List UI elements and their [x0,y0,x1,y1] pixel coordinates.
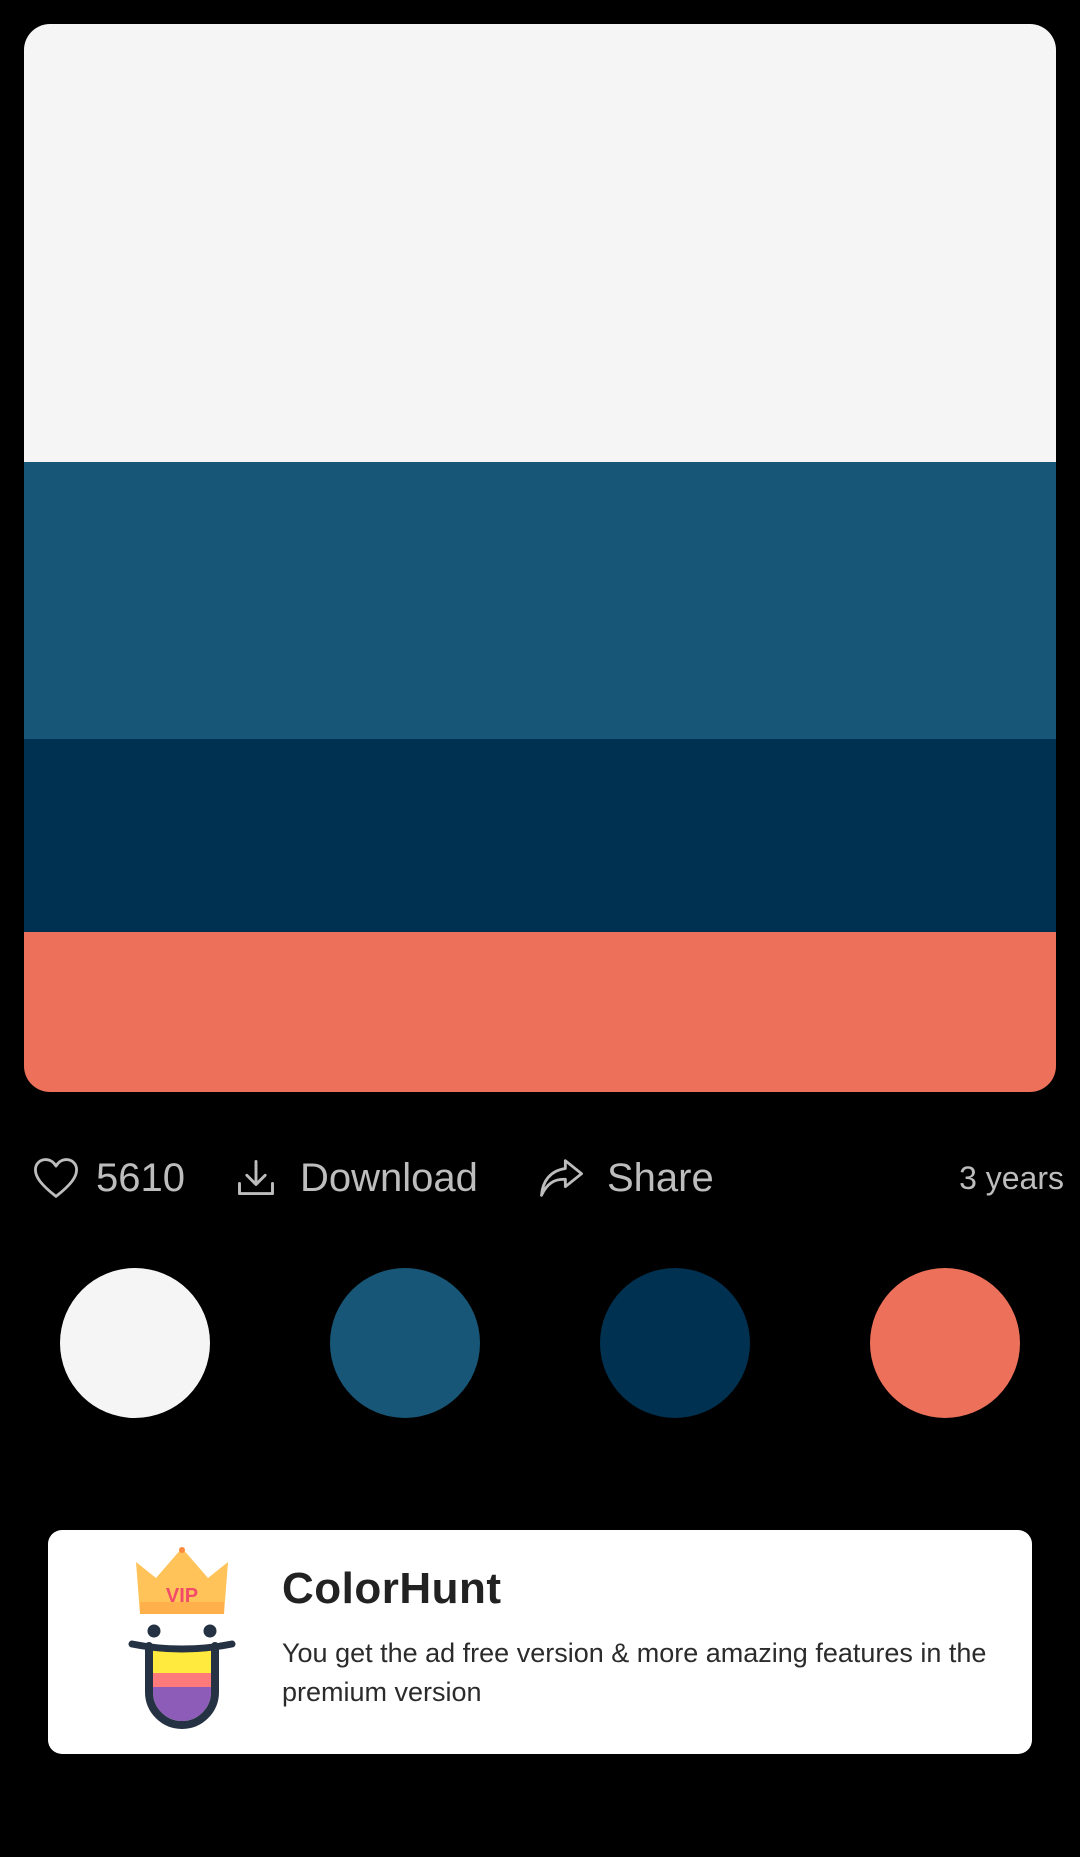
colorhunt-vip-logo: VIP [112,1542,252,1742]
palette-band-4[interactable] [24,932,1056,1092]
color-circles [0,1268,1080,1420]
like-button[interactable]: 5610 [30,1140,185,1216]
palette-age: 3 years [959,1159,1064,1196]
promo-title: ColorHunt [282,1564,502,1613]
premium-promo-banner[interactable]: VIP ColorHunt You get the ad free versio… [48,1530,1032,1754]
vip-badge-text: VIP [166,1585,198,1607]
likes-count: 5610 [96,1155,185,1200]
download-button[interactable]: Download [234,1140,478,1216]
color-circle-1[interactable] [60,1268,210,1418]
share-arrow-icon [535,1152,587,1204]
promo-description: You get the ad free version & more amazi… [282,1638,987,1707]
share-label: Share [607,1155,714,1200]
actions-bar: 5610 Download Share 3 years [0,1140,1080,1216]
share-button[interactable]: Share [535,1140,714,1216]
color-circle-4[interactable] [870,1268,1020,1418]
palette-band-2[interactable] [24,462,1056,739]
download-icon [234,1156,278,1200]
palette-preview[interactable] [24,24,1056,1092]
color-circle-2[interactable] [330,1268,480,1418]
heart-icon [30,1152,82,1204]
palette-band-1[interactable] [24,24,1056,462]
color-circle-3[interactable] [600,1268,750,1418]
palette-band-3[interactable] [24,739,1056,932]
palette-detail-screen: 5610 Download Share 3 years VIP ColorHun… [0,0,1080,1857]
download-label: Download [300,1155,478,1200]
